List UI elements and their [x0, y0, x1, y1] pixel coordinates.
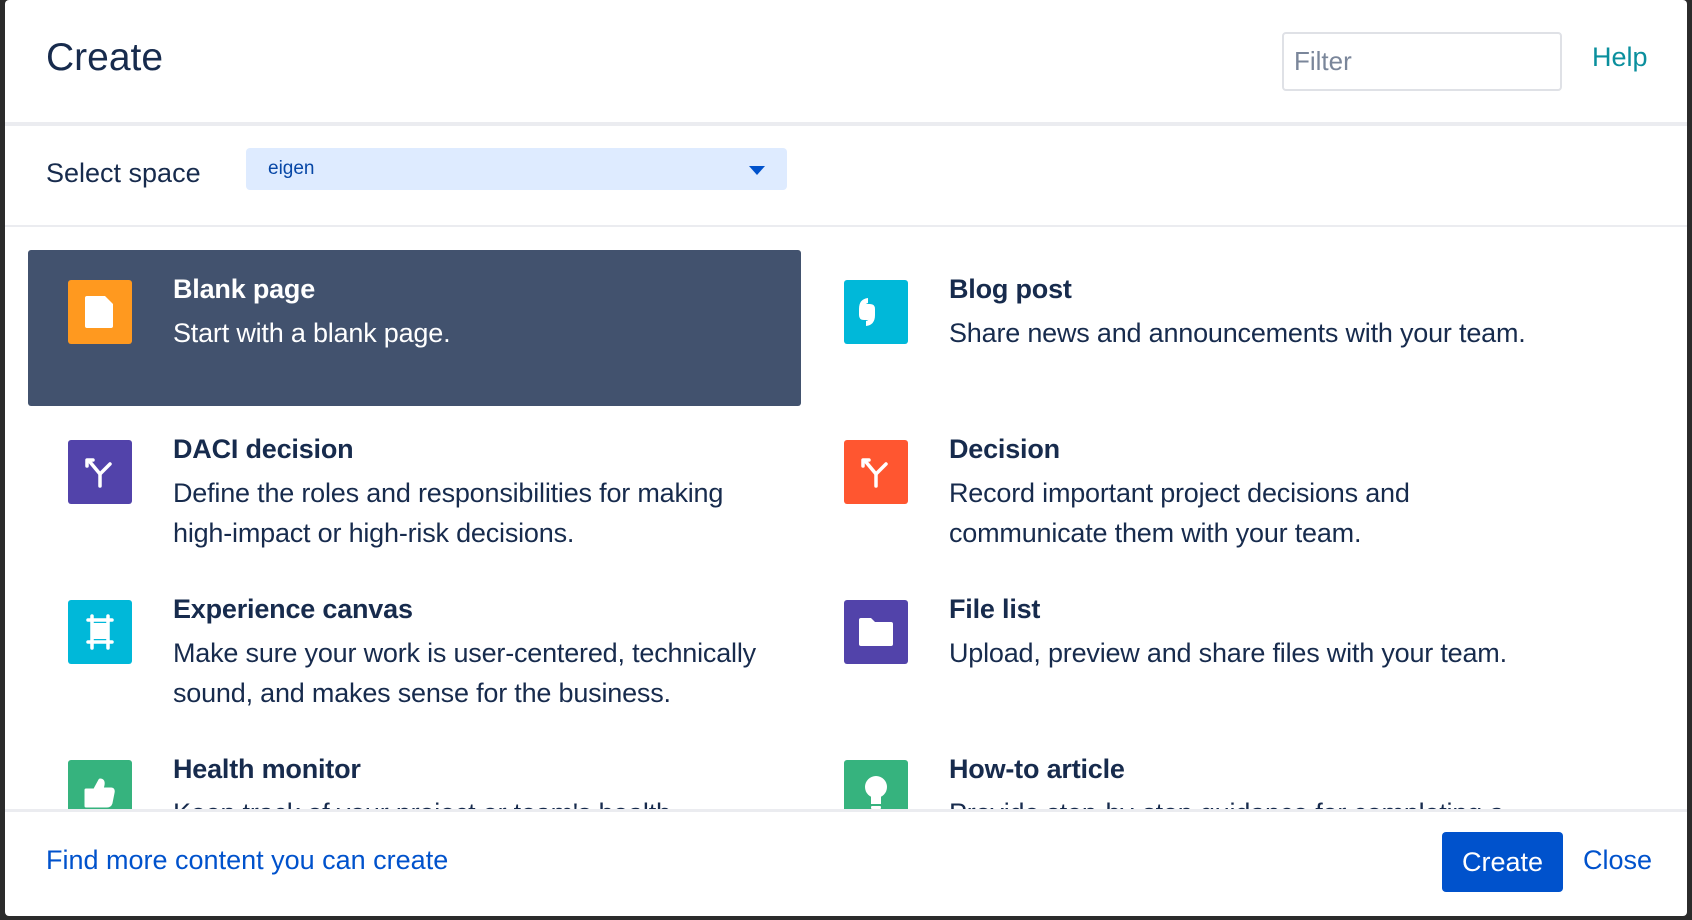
footer-divider — [5, 809, 1687, 812]
template-daci-decision[interactable]: DACI decision Define the roles and respo… — [28, 410, 801, 566]
template-name: File list — [949, 594, 1041, 624]
help-link[interactable]: Help — [1592, 42, 1648, 73]
template-description: Share news and announcements with your t… — [949, 318, 1526, 348]
template-name: Blog post — [949, 274, 1072, 304]
template-blank-page[interactable]: Blank page Start with a blank page. — [28, 250, 801, 406]
create-dialog: Create Help Select space eigen Blank pag… — [5, 0, 1687, 916]
dialog-header: Create Help — [5, 0, 1687, 122]
template-how-to-article[interactable]: How-to article Provide step-by-step guid… — [804, 730, 1577, 809]
space-select[interactable]: eigen — [246, 148, 787, 190]
blank-page-icon — [68, 280, 132, 344]
template-description: Make sure your work is user-centered, te… — [173, 638, 756, 708]
close-button[interactable]: Close — [1583, 845, 1652, 876]
template-description: Start with a blank page. — [173, 318, 451, 348]
template-file-list[interactable]: File list Upload, preview and share file… — [804, 570, 1577, 726]
template-name: Decision — [949, 434, 1060, 464]
template-health-monitor[interactable]: Health monitor Keep track of your projec… — [28, 730, 801, 809]
template-blog-post[interactable]: Blog post Share news and announcements w… — [804, 250, 1577, 406]
lightbulb-icon — [844, 760, 908, 809]
find-more-content-link[interactable]: Find more content you can create — [46, 845, 448, 876]
create-button[interactable]: Create — [1442, 832, 1563, 892]
header-divider — [5, 122, 1687, 126]
template-description: Record important project decisions and c… — [949, 478, 1410, 548]
chevron-down-icon — [749, 166, 765, 175]
template-description: Keep track of your project or team's hea… — [173, 793, 773, 809]
dialog-title: Create — [46, 36, 164, 79]
folder-icon — [844, 600, 908, 664]
template-name: DACI decision — [173, 434, 354, 464]
space-select-value: eigen — [268, 158, 315, 179]
easel-icon — [68, 600, 132, 664]
fork-icon — [844, 440, 908, 504]
quote-icon — [844, 280, 908, 344]
thumbs-up-icon — [68, 760, 132, 809]
fork-icon — [68, 440, 132, 504]
template-list: Blank page Start with a blank page. Blog… — [5, 227, 1687, 809]
select-space-label: Select space — [46, 158, 201, 188]
filter-input[interactable] — [1282, 32, 1562, 91]
template-description: Upload, preview and share files with you… — [949, 638, 1507, 668]
template-name: Experience canvas — [173, 594, 413, 624]
template-experience-canvas[interactable]: Experience canvas Make sure your work is… — [28, 570, 801, 726]
template-name: How-to article — [949, 754, 1125, 784]
template-description: Define the roles and responsibilities fo… — [173, 478, 724, 548]
template-name: Blank page — [173, 274, 316, 304]
template-description: Provide step-by-step guidance for comple… — [949, 793, 1549, 809]
template-name: Health monitor — [173, 754, 361, 784]
template-decision[interactable]: Decision Record important project decisi… — [804, 410, 1577, 566]
